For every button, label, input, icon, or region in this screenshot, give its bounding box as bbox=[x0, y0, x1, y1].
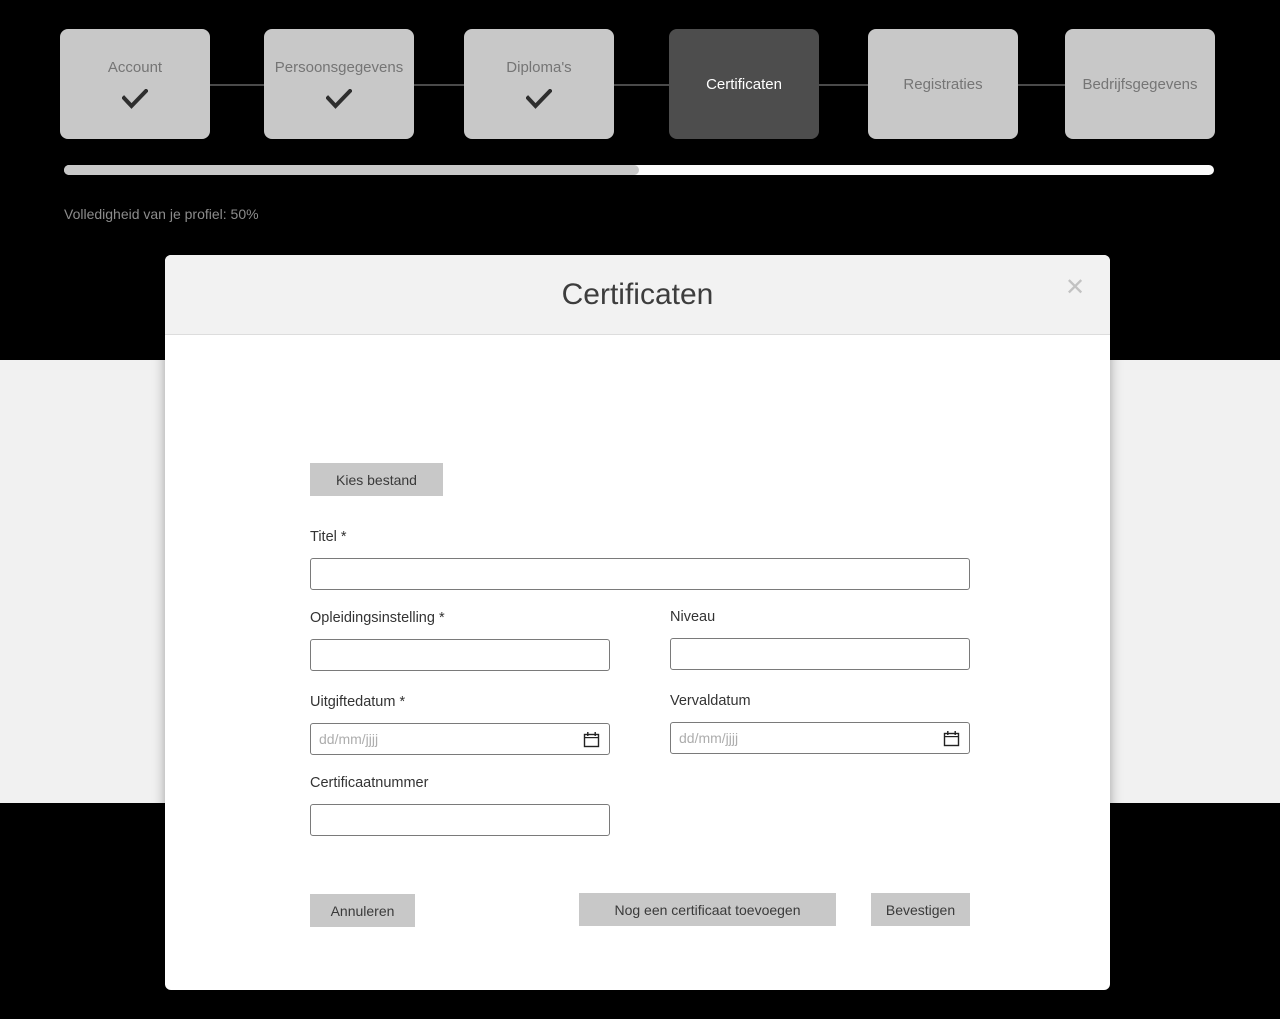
step-persoonsgegevens[interactable]: Persoonsgegevens bbox=[264, 29, 414, 139]
step-label: Account bbox=[107, 58, 163, 76]
step-account[interactable]: Account bbox=[60, 29, 210, 139]
step-bedrijfsgegevens[interactable]: Bedrijfsgegevens bbox=[1065, 29, 1215, 139]
modal-header: Certificaten ✕ bbox=[165, 255, 1110, 335]
uitgiftedatum-field bbox=[310, 723, 610, 755]
titel-input[interactable] bbox=[310, 558, 970, 590]
check-icon bbox=[526, 88, 552, 109]
step-connector bbox=[613, 84, 669, 86]
step-connector bbox=[413, 84, 464, 86]
step-connector bbox=[819, 84, 869, 86]
niveau-input[interactable] bbox=[670, 638, 970, 670]
close-icon[interactable]: ✕ bbox=[1060, 272, 1090, 302]
bevestigen-button[interactable]: Bevestigen bbox=[871, 893, 970, 926]
certificaten-modal: Certificaten ✕ Kies bestand Titel * Ople… bbox=[165, 255, 1110, 990]
annuleren-button[interactable]: Annuleren bbox=[310, 894, 415, 927]
uitgiftedatum-label: Uitgiftedatum * bbox=[310, 694, 406, 710]
step-label: Certificaten bbox=[706, 75, 782, 93]
profile-progress-caption: Volledigheid van je profiel: 50% bbox=[64, 206, 259, 222]
opleidingsinstelling-input[interactable] bbox=[310, 639, 610, 671]
step-diplomas[interactable]: Diploma's bbox=[464, 29, 614, 139]
check-icon bbox=[326, 88, 352, 109]
certificaatnummer-label: Certificaatnummer bbox=[310, 775, 429, 791]
niveau-label: Niveau bbox=[670, 609, 716, 625]
vervaldatum-field bbox=[670, 722, 970, 754]
step-label: Persoonsgegevens bbox=[274, 58, 404, 76]
profile-progress-bar bbox=[64, 165, 1214, 175]
nog-een-certificaat-toevoegen-button[interactable]: Nog een certificaat toevoegen bbox=[579, 893, 836, 926]
step-label: Registraties bbox=[903, 75, 983, 93]
page-root: Account Persoonsgegevens Diploma's Certi… bbox=[0, 0, 1280, 1019]
titel-label: Titel * bbox=[310, 529, 347, 545]
step-connector bbox=[1017, 84, 1065, 86]
step-registraties[interactable]: Registraties bbox=[868, 29, 1018, 139]
step-certificaten[interactable]: Certificaten bbox=[669, 29, 819, 139]
profile-progress-fill bbox=[64, 165, 639, 175]
certificaatnummer-input[interactable] bbox=[310, 804, 610, 836]
opleidingsinstelling-label: Opleidingsinstelling * bbox=[310, 610, 445, 626]
check-icon bbox=[122, 88, 148, 109]
step-label: Diploma's bbox=[506, 58, 572, 76]
vervaldatum-input[interactable] bbox=[670, 722, 970, 754]
profile-stepper: Account Persoonsgegevens Diploma's Certi… bbox=[0, 0, 1280, 160]
modal-body: Kies bestand Titel * Opleidingsinstellin… bbox=[165, 335, 1110, 990]
kies-bestand-button[interactable]: Kies bestand bbox=[310, 463, 443, 496]
uitgiftedatum-input[interactable] bbox=[310, 723, 610, 755]
step-connector bbox=[209, 84, 265, 86]
modal-title: Certificaten bbox=[561, 277, 714, 311]
vervaldatum-label: Vervaldatum bbox=[670, 693, 751, 709]
step-label: Bedrijfsgegevens bbox=[1082, 75, 1198, 93]
